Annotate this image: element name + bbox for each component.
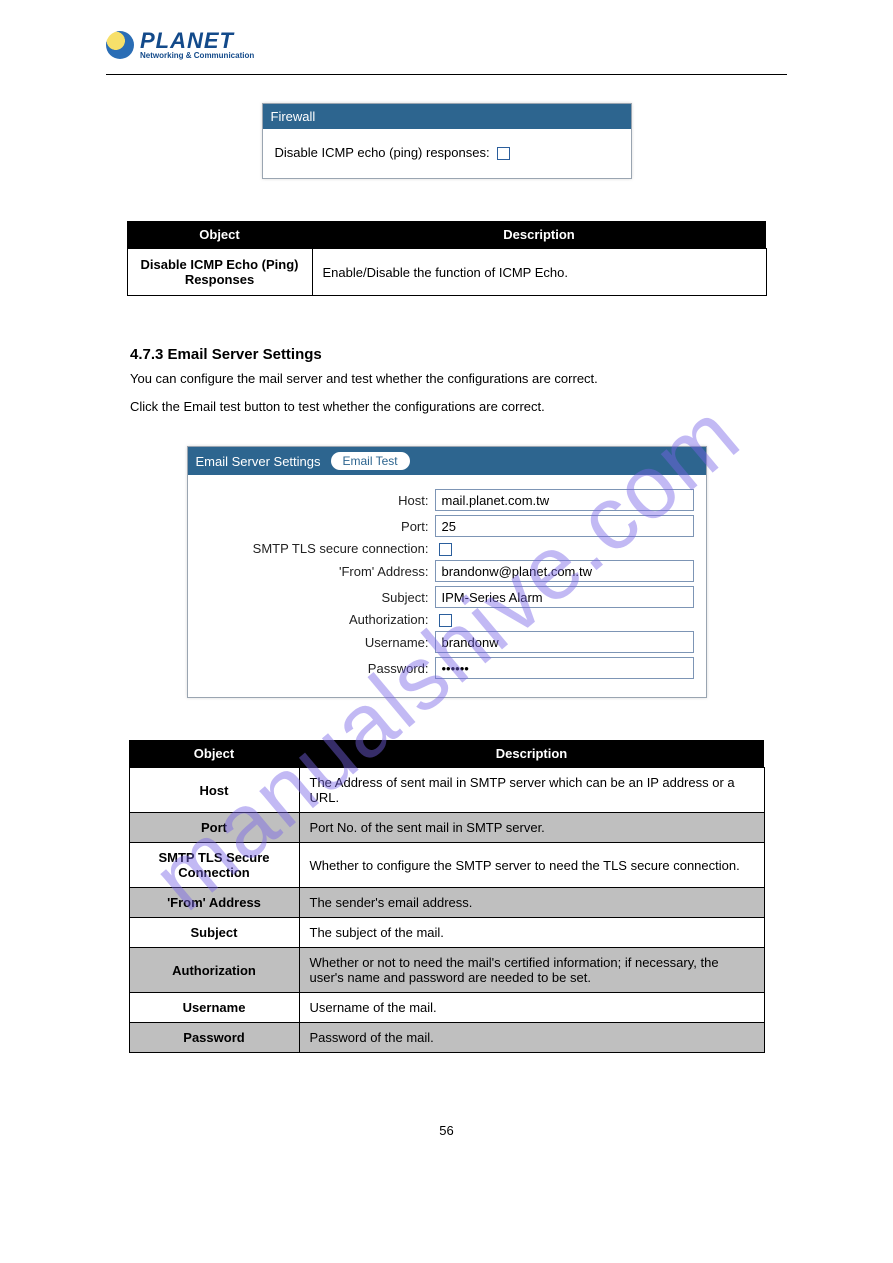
row-description: The sender's email address. [299,888,764,918]
authorization-checkbox[interactable] [439,614,452,627]
username-input[interactable] [435,631,694,653]
table-row: PortPort No. of the sent mail in SMTP se… [129,813,764,843]
table2-header-description: Description [299,740,764,768]
row-description: Enable/Disable the function of ICMP Echo… [312,249,766,296]
section-test-text: Click the Email test button to test whet… [130,399,545,414]
section-intro-text: You can configure the mail server and te… [130,369,787,389]
row-description: The Address of sent mail in SMTP server … [299,768,764,813]
brand-logo: PLANET Networking & Communication [106,30,893,60]
row-object: Host [129,768,299,813]
tls-label: SMTP TLS secure connection: [200,541,435,556]
table-header-description: Description [312,221,766,249]
firewall-panel-title: Firewall [263,104,631,129]
password-label: Password: [200,661,435,676]
globe-icon [106,31,134,59]
host-input[interactable] [435,489,694,511]
email-panel-title: Email Server Settings [196,454,321,469]
row-description: Whether or not to need the mail's certif… [299,948,764,993]
subject-label: Subject: [200,590,435,605]
row-object: Subject [129,918,299,948]
username-label: Username: [200,635,435,650]
email-description-table: Object Description HostThe Address of se… [129,740,765,1053]
table-row: PasswordPassword of the mail. [129,1023,764,1053]
from-label: 'From' Address: [200,564,435,579]
row-description: Port No. of the sent mail in SMTP server… [299,813,764,843]
section-heading: 4.7.3 Email Server Settings [130,346,787,363]
row-object: SMTP TLS Secure Connection [129,843,299,888]
firewall-description-table: Object Description Disable ICMP Echo (Pi… [127,221,767,296]
firewall-panel: Firewall Disable ICMP echo (ping) respon… [262,103,632,179]
email-panel-header: Email Server Settings Email Test [188,447,706,475]
disable-icmp-label: Disable ICMP echo (ping) responses: [275,145,490,160]
row-description: The subject of the mail. [299,918,764,948]
table2-header-object: Object [129,740,299,768]
panel-title-text: Firewall [271,109,316,124]
row-object: Authorization [129,948,299,993]
table-row: SMTP TLS Secure ConnectionWhether to con… [129,843,764,888]
row-object: Port [129,813,299,843]
table-row: AuthorizationWhether or not to need the … [129,948,764,993]
brand-name: PLANET [140,30,254,52]
page-number: 56 [106,1123,787,1138]
table-row: 'From' AddressThe sender's email address… [129,888,764,918]
row-object: 'From' Address [129,888,299,918]
row-object: Disable ICMP Echo (Ping) Responses [127,249,312,296]
row-description: Whether to configure the SMTP server to … [299,843,764,888]
row-description: Username of the mail. [299,993,764,1023]
header-divider [106,74,787,75]
host-label: Host: [200,493,435,508]
from-address-input[interactable] [435,560,694,582]
tls-checkbox[interactable] [439,543,452,556]
password-input[interactable] [435,657,694,679]
email-settings-panel: Email Server Settings Email Test Host: P… [187,446,707,698]
table-row: HostThe Address of sent mail in SMTP ser… [129,768,764,813]
email-test-button[interactable]: Email Test [331,452,410,470]
row-object: Password [129,1023,299,1053]
table-row: SubjectThe subject of the mail. [129,918,764,948]
table-row: UsernameUsername of the mail. [129,993,764,1023]
table-row: Disable ICMP Echo (Ping) Responses Enabl… [127,249,766,296]
port-label: Port: [200,519,435,534]
auth-label: Authorization: [200,612,435,627]
subject-input[interactable] [435,586,694,608]
page-header: PLANET Networking & Communication [0,30,893,68]
brand-tagline: Networking & Communication [140,52,254,60]
row-description: Password of the mail. [299,1023,764,1053]
table-header-object: Object [127,221,312,249]
disable-icmp-checkbox[interactable] [497,147,510,160]
row-object: Username [129,993,299,1023]
port-input[interactable] [435,515,694,537]
